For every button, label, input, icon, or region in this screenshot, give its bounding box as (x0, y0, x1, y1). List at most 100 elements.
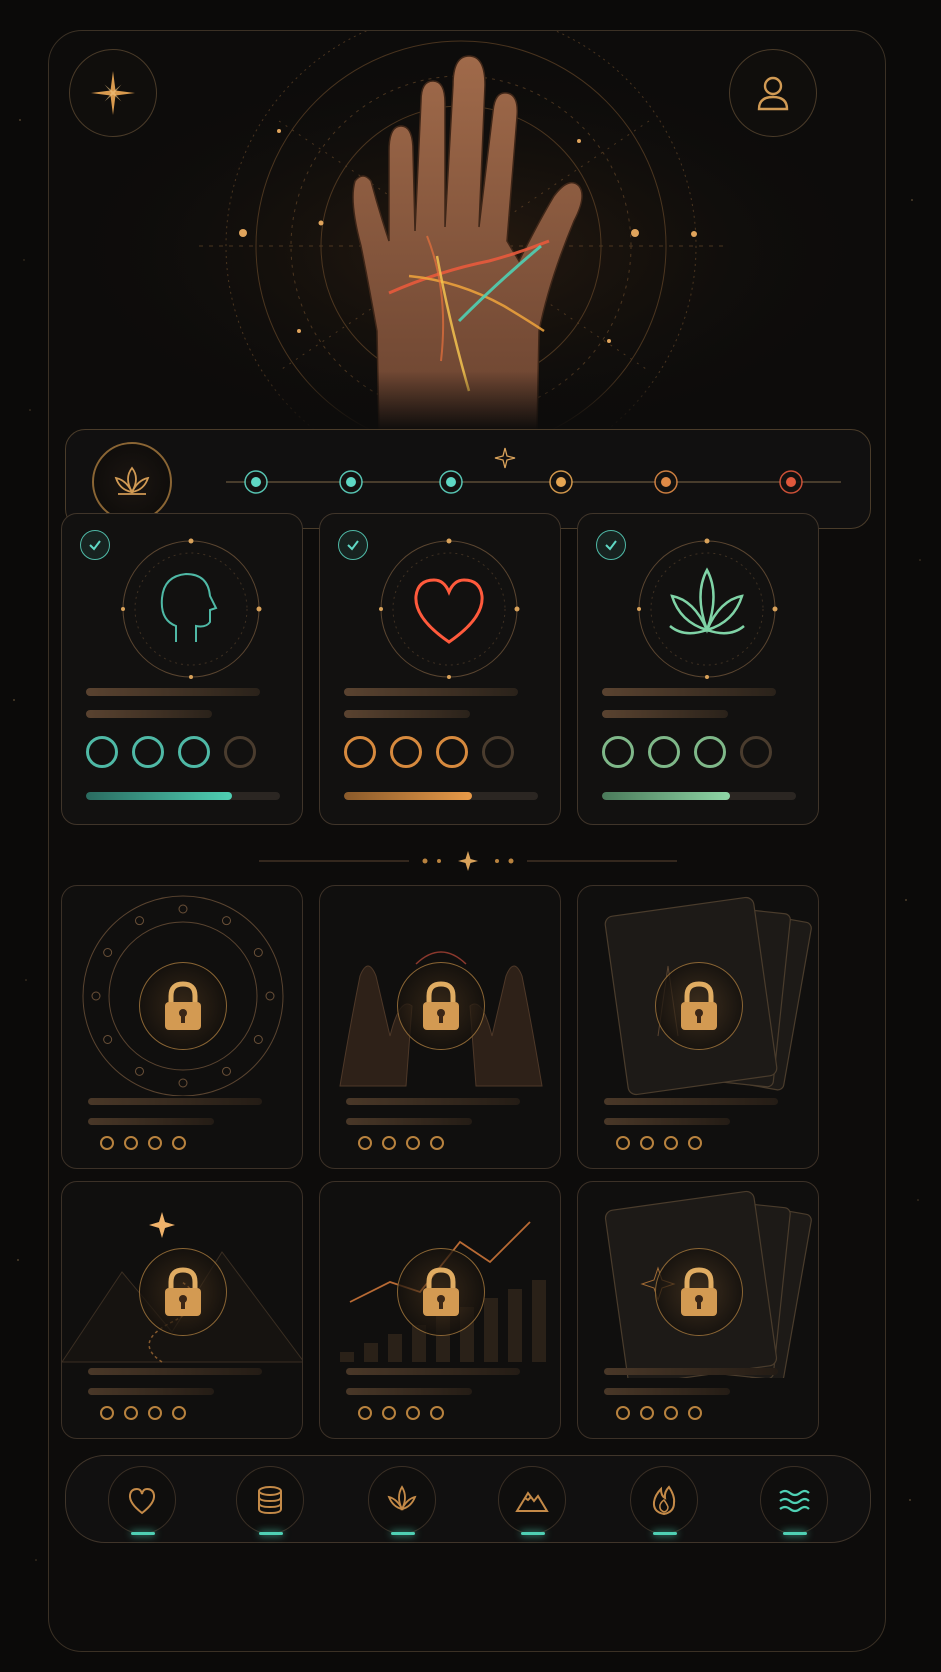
rating-circle-filled (178, 736, 210, 768)
journey-badge[interactable] (92, 442, 172, 522)
rating-circles (358, 1136, 444, 1150)
flame-icon (652, 1485, 676, 1516)
nav-button-waves[interactable] (760, 1466, 828, 1535)
card-text-placeholder (88, 1098, 262, 1105)
mountain-icon (515, 1491, 549, 1512)
rating-circles (616, 1406, 702, 1420)
reading-card-locked[interactable] (577, 885, 819, 1169)
rating-circle-empty (616, 1406, 630, 1420)
profile-button[interactable] (729, 49, 817, 137)
journey-node[interactable] (779, 470, 803, 494)
completed-check-icon (596, 530, 626, 560)
reading-card-locked[interactable] (61, 885, 303, 1169)
rating-circle-empty (100, 1406, 114, 1420)
rating-circle-filled (390, 736, 422, 768)
card-text-placeholder (88, 1388, 214, 1395)
rating-circle-empty (172, 1406, 186, 1420)
journey-star-icon (494, 447, 516, 469)
rating-circle-empty (430, 1406, 444, 1420)
head-profile-icon (121, 538, 262, 679)
nav-button-mountain[interactable] (498, 1466, 566, 1535)
card-text-placeholder (86, 710, 212, 718)
rating-circles (100, 1136, 186, 1150)
nav-indicator (391, 1532, 415, 1535)
rating-circle-empty (430, 1136, 444, 1150)
sparkle-button[interactable] (69, 49, 157, 137)
rating-circle-empty (358, 1136, 372, 1150)
card-text-placeholder (88, 1368, 262, 1375)
rating-circle-empty (172, 1136, 186, 1150)
rating-circles (602, 736, 772, 768)
card-text-placeholder (344, 710, 470, 718)
waves-icon (779, 1489, 810, 1513)
rating-circle-empty (148, 1136, 162, 1150)
rating-circle-empty (406, 1406, 420, 1420)
card-text-placeholder (346, 1098, 520, 1105)
card-text-placeholder (346, 1368, 520, 1375)
rating-circles (616, 1136, 702, 1150)
nav-button-lotus[interactable] (368, 1466, 436, 1535)
lock-badge (655, 1248, 743, 1336)
journey-node[interactable] (339, 470, 363, 494)
heart-icon (128, 1487, 156, 1515)
card-text-placeholder (344, 688, 518, 696)
reading-card-completed[interactable] (319, 513, 561, 825)
lock-icon (681, 1267, 717, 1316)
journey-node[interactable] (439, 470, 463, 494)
rating-circles (100, 1406, 186, 1420)
reading-card-locked[interactable] (319, 1181, 561, 1439)
card-text-placeholder (604, 1368, 778, 1375)
journey-node[interactable] (244, 470, 268, 494)
rating-circle-filled (648, 736, 680, 768)
app-frame (48, 30, 886, 1652)
card-progress-fill (602, 792, 731, 800)
nav-button-heart[interactable] (108, 1466, 176, 1535)
lotus-icon (387, 1485, 417, 1512)
rating-circle-empty (382, 1406, 396, 1420)
lock-icon (165, 981, 201, 1030)
lock-icon (165, 1267, 201, 1316)
rating-circle-empty (640, 1136, 654, 1150)
lotus-icon (637, 538, 778, 679)
rating-circle-filled (436, 736, 468, 768)
rating-circle-filled (344, 736, 376, 768)
card-progress-fill (344, 792, 473, 800)
lock-icon (423, 981, 459, 1030)
nav-indicator (131, 1532, 155, 1535)
reading-card-locked[interactable] (577, 1181, 819, 1439)
reading-card-locked[interactable] (319, 885, 561, 1169)
lotus-icon (114, 466, 150, 495)
coins-stack-icon (258, 1486, 282, 1515)
rating-circles (86, 736, 256, 768)
rating-circle-empty (358, 1406, 372, 1420)
lock-badge (655, 962, 743, 1050)
completed-check-icon (80, 530, 110, 560)
rating-circle-empty (664, 1136, 678, 1150)
card-progress-fill (86, 792, 232, 800)
rating-circle-empty (224, 736, 256, 768)
journey-node[interactable] (549, 470, 573, 494)
lock-badge (397, 962, 485, 1050)
rating-circle-empty (640, 1406, 654, 1420)
reading-card-completed[interactable] (577, 513, 819, 825)
card-text-placeholder (88, 1118, 214, 1125)
rating-circle-empty (688, 1136, 702, 1150)
card-text-placeholder (346, 1388, 472, 1395)
nav-button-flame[interactable] (630, 1466, 698, 1535)
bottom-navigation (65, 1455, 871, 1543)
rating-circle-empty (148, 1406, 162, 1420)
reading-card-completed[interactable] (61, 513, 303, 825)
lock-icon (423, 1267, 459, 1316)
card-text-placeholder (602, 688, 776, 696)
rating-circle-empty (124, 1136, 138, 1150)
rating-circle-empty (382, 1136, 396, 1150)
user-icon (757, 76, 789, 111)
journey-node[interactable] (654, 470, 678, 494)
rating-circle-empty (740, 736, 772, 768)
reading-card-locked[interactable] (61, 1181, 303, 1439)
card-text-placeholder (86, 688, 260, 696)
lock-badge (397, 1248, 485, 1336)
nav-indicator (783, 1532, 807, 1535)
nav-button-coins-stack[interactable] (236, 1466, 304, 1535)
card-progress-bar (86, 792, 280, 800)
